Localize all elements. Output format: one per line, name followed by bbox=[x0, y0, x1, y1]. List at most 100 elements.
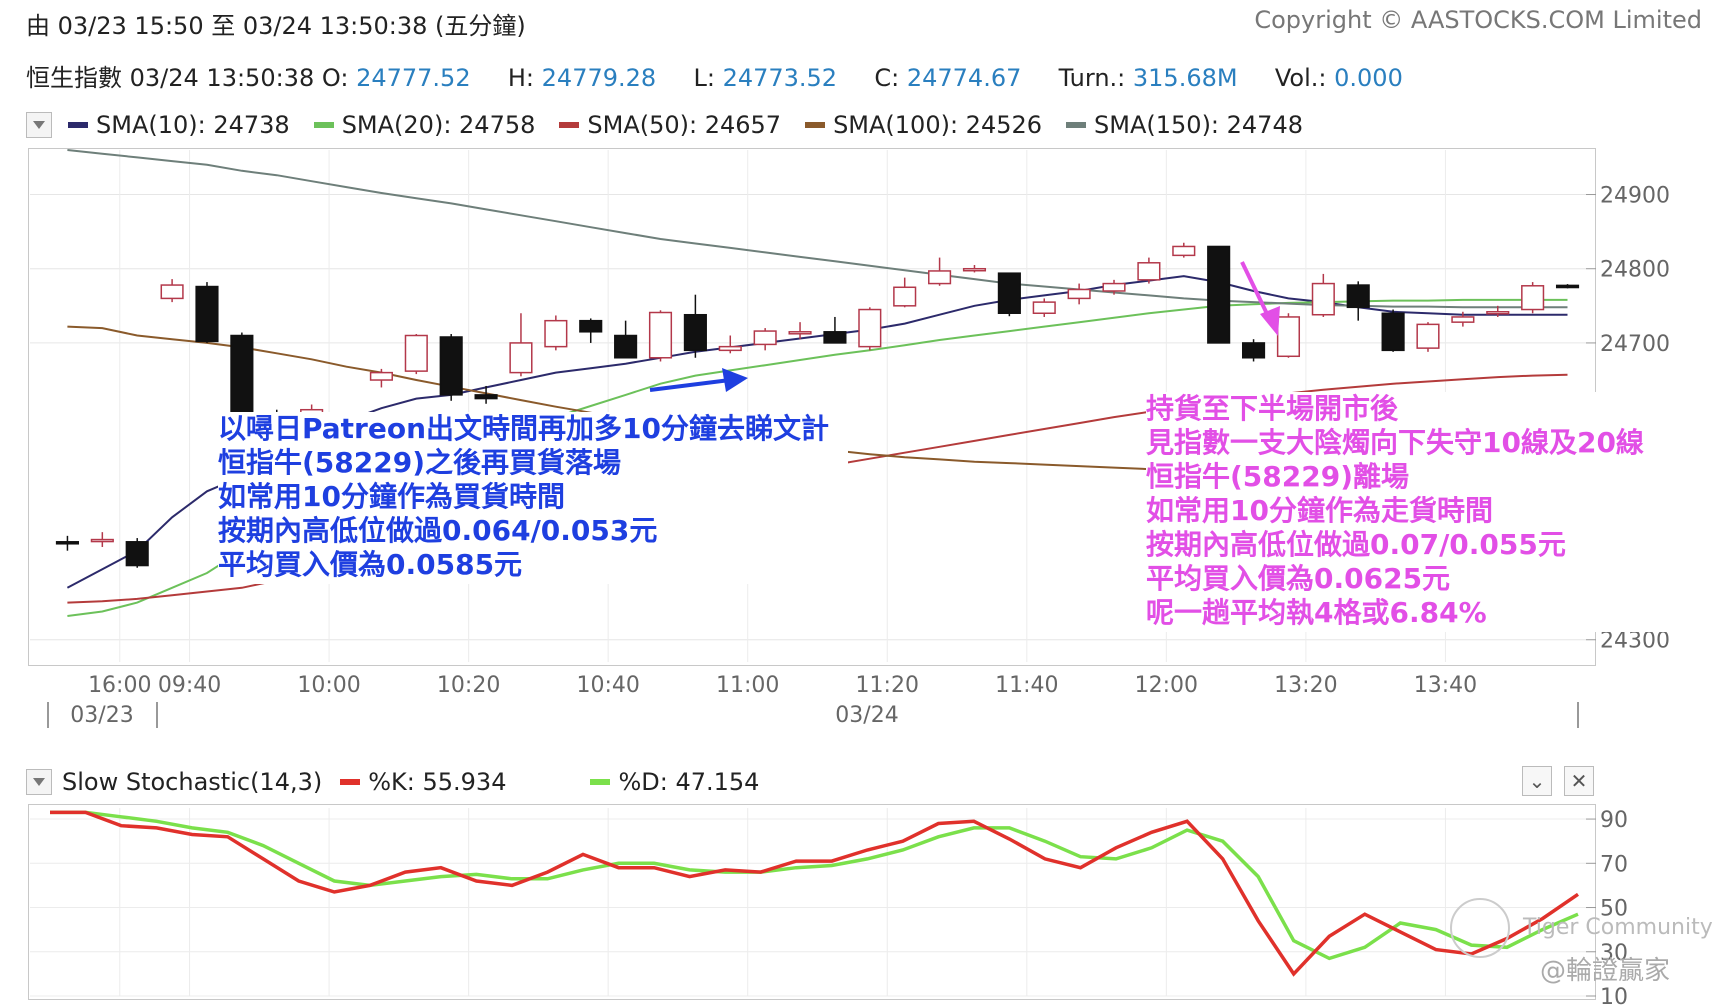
candle-down bbox=[55, 541, 80, 545]
arrow-shaft bbox=[1240, 261, 1272, 321]
stoch-dropdown-button[interactable] bbox=[26, 769, 52, 795]
annotation-line: 恒指牛(58229)離場 bbox=[1146, 460, 1410, 493]
candle-up bbox=[509, 342, 533, 374]
y-tick-label: 24800 bbox=[1600, 258, 1670, 283]
candle-up bbox=[90, 538, 114, 543]
x-tick-label: 10:00 bbox=[297, 673, 360, 698]
annotation-line: 按期內高低位做過0.07/0.055元 bbox=[1146, 528, 1566, 561]
x-tick-label: 10:20 bbox=[437, 673, 500, 698]
candle-down bbox=[997, 272, 1021, 314]
y-tick-label: 90 bbox=[1600, 808, 1628, 833]
x-tick-label: 10:40 bbox=[576, 673, 639, 698]
close-panel-button[interactable]: ✕ bbox=[1564, 766, 1594, 796]
annotation-buy: 以噚日Patreon出文時間再加多10分鐘去睇文計 恒指牛(58229)之後再買… bbox=[218, 412, 848, 584]
collapse-panel-button[interactable]: ⌄ bbox=[1522, 766, 1552, 796]
annotation-sell: 持貨至下半場開市後 見指數一支大陰燭向下失守10線及20線 恒指牛(58229)… bbox=[1146, 392, 1668, 632]
k-legend: %K: 55.934 bbox=[334, 768, 506, 796]
stoch-chart-panel bbox=[28, 804, 1596, 1000]
candle-up bbox=[928, 270, 952, 285]
candle-up bbox=[788, 331, 812, 335]
date-label: 03/23 bbox=[70, 703, 133, 728]
legend-label: %D: 47.154 bbox=[618, 768, 760, 796]
candle-up bbox=[753, 330, 777, 346]
candle-up bbox=[1311, 282, 1335, 316]
stoch-legend: Slow Stochastic(14,3) %K: 55.934 %D: 47.… bbox=[26, 765, 777, 799]
y-tick-label: 70 bbox=[1600, 852, 1628, 877]
candle-up bbox=[1102, 282, 1126, 292]
pink-arrow-icon bbox=[1240, 261, 1280, 336]
x-tick-label: 11:00 bbox=[716, 673, 779, 698]
candle-down bbox=[1381, 312, 1405, 352]
x-tick-label: 13:20 bbox=[1274, 673, 1337, 698]
candle-up bbox=[1137, 262, 1161, 281]
candle-down bbox=[823, 331, 847, 344]
candle-down bbox=[1346, 284, 1370, 309]
d-legend: %D: 47.154 bbox=[584, 768, 759, 796]
legend-label: %K: 55.934 bbox=[368, 768, 507, 796]
candle-up bbox=[1067, 288, 1091, 300]
annotation-line: 按期內高低位做過0.064/0.053元 bbox=[218, 514, 658, 547]
x-tick-label: 16:00 bbox=[88, 673, 151, 698]
x-tick-label: 11:40 bbox=[995, 673, 1058, 698]
candle-down bbox=[474, 394, 498, 400]
annotation-line: 平均買入價為0.0625元 bbox=[1146, 562, 1451, 595]
close-icon: ✕ bbox=[1570, 769, 1588, 793]
candle-up bbox=[160, 284, 184, 300]
x-tick-label: 13:40 bbox=[1414, 673, 1477, 698]
candle-up bbox=[718, 345, 742, 352]
legend-swatch bbox=[340, 779, 361, 785]
annotation-line: 平均買入價為0.0585元 bbox=[218, 548, 523, 581]
x-tick-label: 12:00 bbox=[1135, 673, 1198, 698]
chevron-down-icon bbox=[33, 778, 45, 786]
candle-up bbox=[1276, 316, 1301, 358]
candle-down bbox=[683, 313, 707, 352]
candle-down bbox=[195, 285, 219, 343]
arrow-head bbox=[722, 368, 748, 392]
candle-up bbox=[1521, 285, 1545, 311]
community-watermark: Tiger Community bbox=[1450, 898, 1713, 958]
candle-down bbox=[579, 319, 603, 333]
y-tick-label: 10 bbox=[1600, 985, 1628, 1008]
candle-up bbox=[858, 308, 882, 348]
y-tick-label: 24900 bbox=[1600, 184, 1670, 209]
candle-up bbox=[648, 311, 673, 359]
chevron-down-icon: ⌄ bbox=[1528, 769, 1546, 793]
x-tick-label: 11:20 bbox=[856, 673, 919, 698]
annotation-line: 恒指牛(58229)之後再買貨落場 bbox=[218, 446, 622, 479]
candle-down bbox=[614, 334, 638, 359]
annotation-line: 如常用10分鐘作為買貨時間 bbox=[218, 480, 565, 513]
candle-up bbox=[893, 286, 917, 307]
arrow-head bbox=[1260, 306, 1280, 336]
candle-up bbox=[544, 319, 568, 348]
candle-down bbox=[125, 541, 149, 567]
annotation-line: 如常用10分鐘作為走貨時間 bbox=[1146, 494, 1493, 527]
candle-up bbox=[1451, 316, 1475, 323]
candle-up bbox=[1172, 245, 1196, 257]
candle-down bbox=[230, 334, 254, 415]
candle-up bbox=[1032, 301, 1056, 314]
candle-up bbox=[962, 267, 987, 272]
candle-up bbox=[404, 334, 428, 372]
community-text: Tiger Community bbox=[1523, 915, 1713, 940]
candle-down bbox=[1207, 245, 1231, 344]
annotation-line: 持貨至下半場開市後 bbox=[1146, 392, 1399, 425]
tiger-logo-icon bbox=[1450, 898, 1510, 958]
candle-up bbox=[1486, 311, 1510, 315]
annotation-line: 呢一趟平均執4格或6.84% bbox=[1146, 596, 1487, 629]
date-label: 03/24 bbox=[835, 703, 898, 728]
annotation-line: 見指數一支大陰燭向下失守10線及20線 bbox=[1146, 426, 1644, 459]
candle-down bbox=[439, 336, 463, 396]
author-watermark: @輪證贏家 bbox=[1540, 956, 1671, 986]
stoch-title: Slow Stochastic(14,3) bbox=[62, 768, 323, 796]
sma-line-sma150 bbox=[67, 149, 1568, 309]
candle-down bbox=[1241, 342, 1266, 359]
candle-up bbox=[369, 371, 393, 381]
y-tick-label: 24700 bbox=[1600, 332, 1670, 357]
legend-swatch bbox=[590, 779, 611, 785]
blue-arrow-icon bbox=[649, 368, 748, 392]
arrow-shaft bbox=[649, 378, 731, 392]
x-tick-label: 09:40 bbox=[158, 673, 221, 698]
candle-down bbox=[1555, 284, 1580, 289]
candle-up bbox=[1416, 323, 1440, 349]
y-tick-label: 24300 bbox=[1600, 629, 1670, 654]
